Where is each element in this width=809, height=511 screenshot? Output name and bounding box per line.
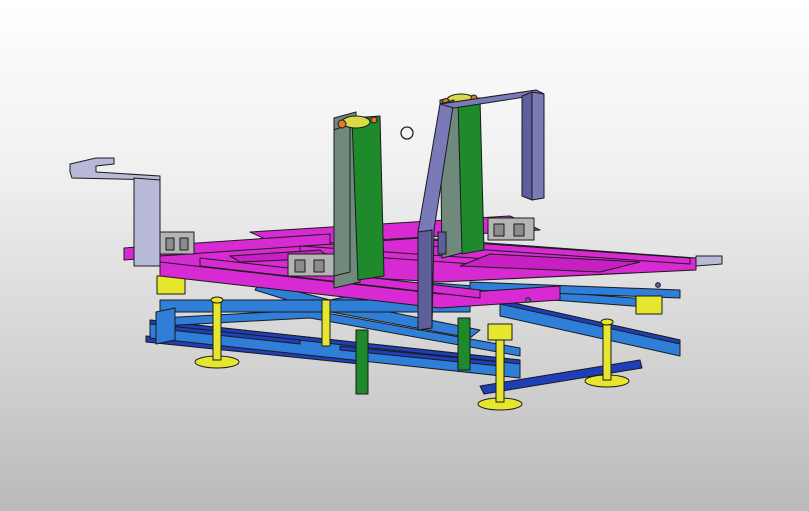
leveling-foot-housing [635,295,663,315]
handle-right-leg-face [521,91,533,201]
leveling-foot-cap [210,296,224,304]
handle-right-leg [531,91,545,201]
leveling-foot-shaft [495,335,505,403]
pivot-bolt [370,116,378,124]
clamp-block [287,253,339,277]
cad-assembly-model[interactable] [0,0,809,511]
handle-left-leg-face [417,229,433,331]
left-bracket-top [69,157,161,181]
3d-viewport[interactable] [0,0,809,511]
tower-core [351,115,385,281]
clamp-block [159,231,195,255]
leveling-foot-cap [600,318,614,326]
leveling-foot-housing [487,323,513,341]
center-post-lower [355,329,369,395]
left-end-plate [155,307,176,345]
platform-hole [655,282,661,288]
platform-hole [525,297,531,303]
platform-end-tab [695,255,723,267]
left-tower [333,111,385,289]
center-post-lower [457,317,471,371]
clamp-block [487,217,535,241]
left-bracket [69,157,161,267]
pivot-pin [341,115,371,129]
handle-tab [437,231,447,255]
leveling-foot-shaft [212,299,222,361]
circle-cursor-icon [400,126,414,140]
leveling-foot-shaft [321,299,331,347]
tower-core [457,97,485,255]
leveling-foot-shaft [602,321,612,381]
pivot-bolt [337,119,347,129]
tower-front-plate [333,123,351,277]
left-bracket-vertical [133,177,161,267]
